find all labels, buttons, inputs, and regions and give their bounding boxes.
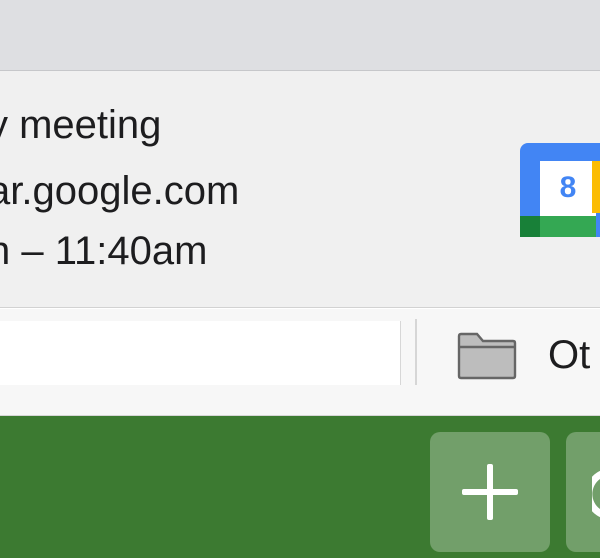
taskbar	[0, 416, 600, 558]
notification-source: ar.google.com	[0, 169, 240, 213]
bookmark-field[interactable]	[0, 321, 401, 385]
partial-tile-icon	[592, 471, 600, 517]
add-tile-button[interactable]	[430, 432, 550, 552]
notification-title: y meeting	[0, 103, 162, 147]
plus-icon	[462, 464, 518, 520]
bookmark-folder-label[interactable]: Ot	[548, 329, 590, 381]
google-calendar-icon: 8	[520, 143, 600, 237]
folder-icon[interactable]	[456, 329, 518, 381]
calendar-notification[interactable]: y meeting ar.google.com n – 11:40am 8	[0, 71, 600, 308]
bookmarks-bar: Ot	[0, 309, 600, 416]
partial-tile-button[interactable]	[566, 432, 600, 552]
calendar-day-number: 8	[560, 171, 577, 204]
window-titlebar	[0, 0, 600, 71]
notification-time: n – 11:40am	[0, 229, 208, 273]
bookmarks-divider	[415, 319, 417, 385]
